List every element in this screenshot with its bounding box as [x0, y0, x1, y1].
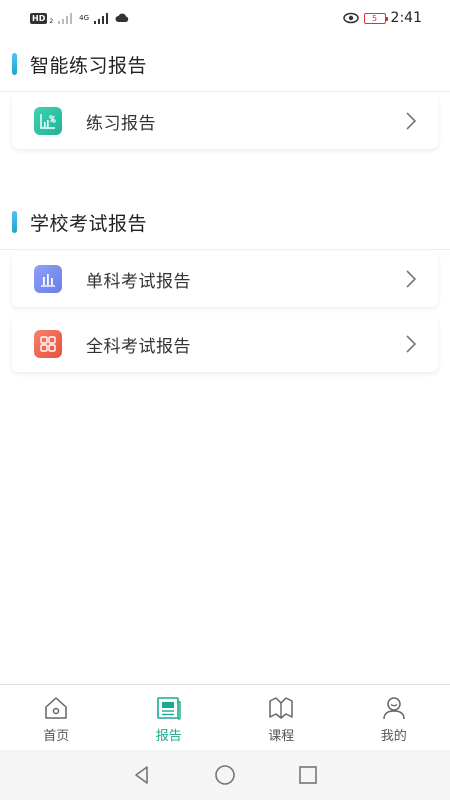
report-icon: [156, 696, 181, 720]
user-icon: [383, 696, 405, 719]
recent-square-icon[interactable]: [297, 764, 319, 786]
grid-icon: [34, 330, 62, 358]
bar-chart-icon: [34, 265, 62, 293]
single-subject-report-card[interactable]: 单科考试报告: [12, 251, 438, 307]
back-triangle-icon[interactable]: [131, 764, 153, 786]
chart-percent-icon: [34, 107, 62, 135]
nav-item-mine[interactable]: 我的: [338, 685, 450, 750]
cloud-icon: [115, 13, 129, 22]
clock: 2:41: [390, 10, 422, 26]
nav-label: 报告: [155, 728, 182, 744]
network-type: 4G: [79, 13, 90, 22]
chevron-right-icon: [406, 335, 417, 353]
status-bar: HD 2 4G 5 2:41: [0, 0, 450, 36]
section-accent-bar: [12, 53, 17, 75]
battery-level: 5: [372, 13, 378, 23]
bottom-nav: 首页 报告 课程 我的: [0, 684, 450, 750]
nav-label: 我的: [380, 728, 407, 744]
section-divider: [0, 249, 450, 250]
section-header-exam: 学校考试报告: [0, 195, 450, 249]
chevron-right-icon: [406, 112, 417, 130]
status-right: 5 2:41: [342, 10, 422, 26]
nav-label: 课程: [268, 728, 295, 744]
home-circle-icon[interactable]: [214, 764, 236, 786]
hd-sub: 2: [49, 17, 54, 25]
section-header-practice: 智能练习报告: [0, 37, 450, 91]
signal-icon-2: [94, 13, 109, 24]
card-label: 全科考试报告: [86, 336, 191, 357]
signal-icon: [58, 13, 73, 24]
nav-item-home[interactable]: 首页: [0, 685, 113, 750]
home-icon: [45, 696, 67, 719]
nav-label: 首页: [43, 728, 70, 744]
status-left: HD 2 4G: [30, 12, 129, 25]
card-label: 练习报告: [86, 113, 156, 134]
battery-icon: 5: [363, 12, 388, 24]
nav-item-report[interactable]: 报告: [113, 685, 226, 750]
section-divider: [0, 91, 450, 92]
book-icon: [269, 696, 293, 719]
hd-badge: HD: [30, 12, 48, 24]
system-nav-bar: [0, 750, 450, 800]
card-label: 单科考试报告: [86, 271, 191, 292]
chevron-right-icon: [406, 270, 417, 288]
practice-report-card[interactable]: 练习报告: [12, 93, 438, 149]
all-subject-report-card[interactable]: 全科考试报告: [12, 316, 438, 372]
section-accent-bar: [12, 211, 17, 233]
nav-item-course[interactable]: 课程: [225, 685, 338, 750]
section-title: 智能练习报告: [30, 54, 148, 77]
eye-icon: [342, 12, 359, 24]
section-title: 学校考试报告: [30, 212, 148, 235]
